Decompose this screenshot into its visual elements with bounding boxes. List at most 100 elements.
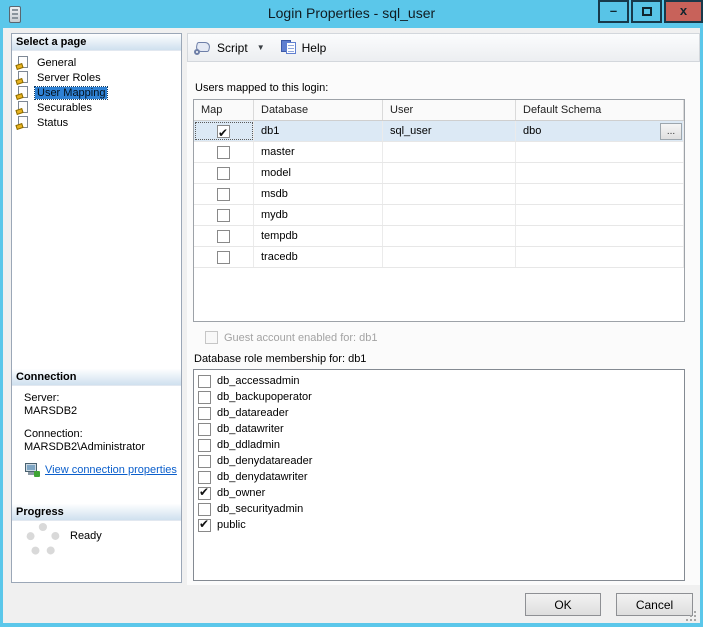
role-item[interactable]: db_owner: [198, 485, 684, 501]
user-cell[interactable]: [383, 247, 516, 267]
role-checkbox[interactable]: [198, 406, 211, 420]
default-schema-cell[interactable]: [516, 163, 684, 183]
map-checkbox[interactable]: [217, 187, 230, 201]
default-schema-cell[interactable]: [516, 205, 684, 225]
role-item[interactable]: db_accessadmin: [198, 373, 684, 389]
database-cell[interactable]: db1: [254, 121, 383, 141]
role-item[interactable]: db_securityadmin: [198, 501, 684, 517]
sidebar-page-item[interactable]: Server Roles: [14, 70, 179, 85]
user-cell[interactable]: sql_user: [383, 121, 516, 141]
ok-button[interactable]: OK: [525, 593, 601, 616]
sidebar-page-item-label: Securables: [37, 101, 93, 114]
map-checkbox[interactable]: [217, 145, 230, 159]
role-item[interactable]: db_ddladmin: [198, 437, 684, 453]
user-cell[interactable]: [383, 142, 516, 162]
script-button-label: Script: [217, 40, 248, 55]
connection-value: MARSDB2\Administrator: [24, 441, 146, 453]
default-schema-cell[interactable]: [516, 226, 684, 246]
progress-status: Ready: [70, 530, 102, 542]
database-cell[interactable]: msdb: [254, 184, 383, 204]
user-cell[interactable]: [383, 184, 516, 204]
page-icon: [15, 116, 30, 130]
role-label: db_datawriter: [217, 423, 284, 435]
default-schema-cell[interactable]: [516, 247, 684, 267]
default-schema-cell[interactable]: [516, 184, 684, 204]
table-row[interactable]: model ...: [194, 163, 684, 184]
role-checkbox[interactable]: [198, 390, 211, 404]
default-schema-cell[interactable]: dbo: [516, 121, 684, 141]
role-checkbox[interactable]: [198, 454, 211, 468]
role-checkbox[interactable]: [198, 485, 211, 500]
role-label: db_backupoperator: [217, 391, 312, 403]
connection-properties-icon: [24, 463, 40, 477]
script-icon: [194, 40, 212, 55]
select-a-page-header: Select a page: [12, 34, 181, 51]
sidebar-page-item[interactable]: Status: [14, 115, 179, 130]
resize-grip[interactable]: [684, 609, 696, 621]
connection-header: Connection: [12, 369, 181, 386]
user-mapping-page: Users mapped to this login: Map Database…: [187, 62, 700, 585]
chevron-down-icon: ▼: [256, 43, 265, 52]
user-cell[interactable]: [383, 226, 516, 246]
column-header-map: Map: [194, 100, 254, 120]
role-item[interactable]: db_denydatawriter: [198, 469, 684, 485]
map-checkbox[interactable]: [217, 229, 230, 243]
role-item[interactable]: public: [198, 517, 684, 533]
column-header-database: Database: [254, 100, 383, 120]
role-checkbox[interactable]: [198, 438, 211, 452]
role-checkbox[interactable]: [198, 422, 211, 436]
connection-section: Server: MARSDB2 Connection: MARSDB2\Admi…: [24, 392, 177, 477]
table-body: db1 sql_user dbo ... master ...: [194, 121, 684, 268]
table-row[interactable]: master ...: [194, 142, 684, 163]
sidebar-page-item[interactable]: General: [14, 55, 179, 70]
sidebar-page-item[interactable]: User Mapping: [14, 85, 179, 100]
map-checkbox[interactable]: [217, 166, 230, 180]
maximize-button[interactable]: [631, 0, 662, 23]
role-membership-list: db_accessadmin db_backupoperator db_data…: [193, 369, 685, 581]
help-button[interactable]: Help: [275, 36, 333, 59]
database-cell[interactable]: tempdb: [254, 226, 383, 246]
browse-schema-button[interactable]: ...: [660, 123, 682, 140]
table-row[interactable]: msdb ...: [194, 184, 684, 205]
map-checkbox[interactable]: [217, 250, 230, 264]
user-mapping-table: Map Database User Default Schema db1 sql…: [193, 99, 685, 322]
role-label: db_denydatawriter: [217, 471, 308, 483]
user-cell[interactable]: [383, 163, 516, 183]
page-icon: [15, 71, 30, 85]
map-checkbox[interactable]: [217, 208, 230, 222]
database-cell[interactable]: mydb: [254, 205, 383, 225]
map-checkbox[interactable]: [217, 123, 230, 141]
titlebar[interactable]: Login Properties - sql_user – x: [0, 0, 703, 28]
table-row[interactable]: mydb ...: [194, 205, 684, 226]
user-cell[interactable]: [383, 205, 516, 225]
database-cell[interactable]: master: [254, 142, 383, 162]
table-row[interactable]: db1 sql_user dbo ...: [194, 121, 684, 142]
role-checkbox[interactable]: [198, 517, 211, 532]
script-button[interactable]: Script ▼: [188, 36, 275, 59]
table-row[interactable]: tracedb ...: [194, 247, 684, 268]
guest-account-label: Guest account enabled for: db1: [224, 331, 378, 344]
role-label: db_owner: [217, 487, 266, 499]
role-checkbox[interactable]: [198, 470, 211, 484]
role-membership-label: Database role membership for: db1: [194, 353, 367, 365]
database-cell[interactable]: tracedb: [254, 247, 383, 267]
table-row[interactable]: tempdb ...: [194, 226, 684, 247]
view-connection-properties-link[interactable]: View connection properties: [45, 464, 177, 476]
cancel-button[interactable]: Cancel: [616, 593, 693, 616]
database-cell[interactable]: model: [254, 163, 383, 183]
help-icon: [280, 40, 297, 55]
close-icon: x: [679, 3, 688, 18]
page-list: General Server Roles User Mapping Secura…: [14, 55, 179, 130]
page-icon: [15, 56, 30, 70]
role-label: db_securityadmin: [217, 503, 304, 515]
role-checkbox[interactable]: [198, 374, 211, 388]
close-button[interactable]: x: [664, 0, 703, 23]
role-item[interactable]: db_denydatareader: [198, 453, 684, 469]
role-item[interactable]: db_backupoperator: [198, 389, 684, 405]
role-checkbox[interactable]: [198, 502, 211, 516]
minimize-button[interactable]: –: [598, 0, 629, 23]
sidebar-page-item[interactable]: Securables: [14, 100, 179, 115]
default-schema-cell[interactable]: [516, 142, 684, 162]
role-item[interactable]: db_datawriter: [198, 421, 684, 437]
role-item[interactable]: db_datareader: [198, 405, 684, 421]
